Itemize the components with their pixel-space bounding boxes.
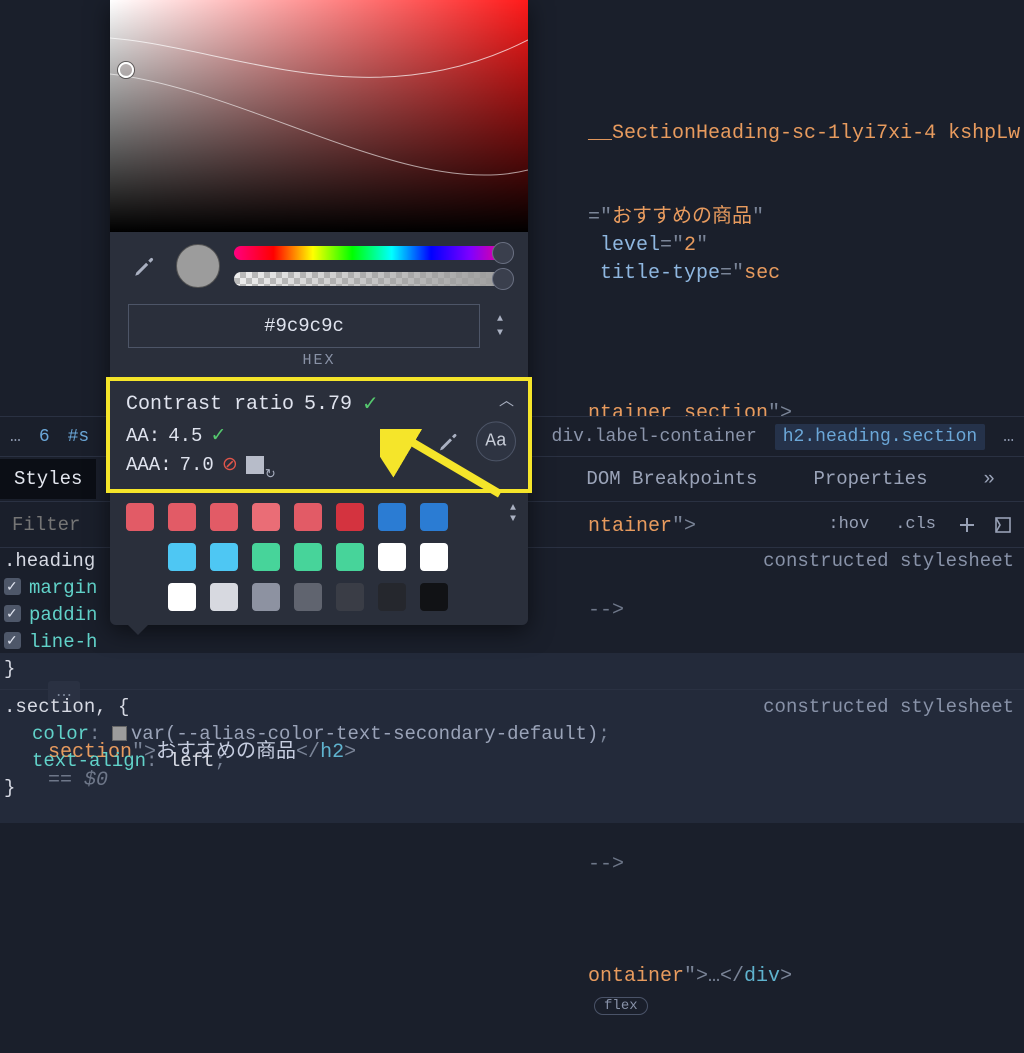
property-value[interactable]: left bbox=[169, 750, 215, 772]
color-picker: ▲▼ HEX ︿ Contrast ratio 5.79 ✓ AA: 4.5 ✓… bbox=[110, 0, 528, 625]
property-name[interactable]: color bbox=[32, 723, 89, 745]
popover-arrow bbox=[128, 625, 148, 635]
palette-swatch[interactable] bbox=[378, 543, 406, 571]
hex-input[interactable] bbox=[128, 304, 480, 348]
fail-icon: ⊘ bbox=[222, 453, 238, 476]
palette-swatch[interactable] bbox=[378, 583, 406, 611]
tab-styles[interactable]: Styles bbox=[0, 459, 96, 499]
saturation-value-panel[interactable] bbox=[110, 0, 528, 232]
device-toolbar-icon[interactable] bbox=[992, 514, 1014, 536]
palette-swatch[interactable] bbox=[420, 583, 448, 611]
eyedropper-icon[interactable] bbox=[128, 249, 162, 283]
palette-swatch[interactable] bbox=[252, 503, 280, 531]
bg-eyedropper-icon[interactable] bbox=[432, 424, 466, 458]
palette-swatch[interactable] bbox=[294, 543, 322, 571]
property-checkbox[interactable] bbox=[4, 578, 21, 595]
palette-stepper[interactable]: ▲▼ bbox=[510, 503, 516, 525]
format-stepper[interactable]: ▲▼ bbox=[490, 314, 510, 339]
cls-toggle[interactable]: .cls bbox=[889, 512, 942, 537]
palette-swatch[interactable] bbox=[252, 583, 280, 611]
palette-swatch[interactable] bbox=[168, 503, 196, 531]
breadcrumb-more[interactable]: … bbox=[10, 427, 21, 447]
property-name[interactable]: text-align bbox=[32, 750, 146, 772]
selector[interactable]: .heading bbox=[4, 550, 95, 572]
aaa-label: AAA: bbox=[126, 454, 172, 476]
palette-swatch[interactable] bbox=[252, 543, 280, 571]
aa-label: AA: bbox=[126, 425, 160, 447]
rule-origin[interactable]: constructed stylesheet bbox=[763, 548, 1024, 575]
property-name[interactable]: paddin bbox=[29, 604, 97, 626]
rule-origin[interactable]: constructed stylesheet bbox=[763, 694, 1024, 721]
palette-swatch[interactable] bbox=[126, 503, 154, 531]
breadcrumb-item[interactable]: div.label-container bbox=[552, 427, 757, 447]
breadcrumb-item[interactable]: #s bbox=[68, 427, 90, 447]
palette-swatch[interactable] bbox=[336, 583, 364, 611]
palette-swatch[interactable] bbox=[378, 503, 406, 531]
palette-swatch[interactable] bbox=[294, 583, 322, 611]
property-name[interactable]: margin bbox=[29, 577, 97, 599]
palette-swatch[interactable] bbox=[336, 543, 364, 571]
check-icon: ✓ bbox=[210, 424, 226, 447]
hue-slider[interactable] bbox=[234, 246, 510, 260]
tab-dom-breakpoints[interactable]: DOM Breakpoints bbox=[572, 459, 771, 499]
hue-thumb[interactable] bbox=[492, 242, 514, 264]
contrast-sample[interactable]: Aa bbox=[476, 421, 516, 461]
palette-swatch[interactable] bbox=[210, 583, 238, 611]
format-label: HEX bbox=[110, 352, 528, 377]
palette-swatch[interactable] bbox=[420, 503, 448, 531]
sv-handle[interactable] bbox=[118, 62, 134, 78]
current-color-sample bbox=[176, 244, 220, 288]
palette-swatch[interactable] bbox=[168, 583, 196, 611]
check-icon: ✓ bbox=[362, 391, 379, 417]
palette-swatch[interactable] bbox=[336, 503, 364, 531]
flex-badge[interactable]: flex bbox=[594, 997, 648, 1015]
aa-value: 4.5 bbox=[168, 425, 202, 447]
contrast-value: 5.79 bbox=[304, 393, 352, 416]
palette-swatch[interactable] bbox=[168, 543, 196, 571]
breadcrumb-item[interactable]: 6 bbox=[39, 427, 50, 447]
contrast-panel: ︿ Contrast ratio 5.79 ✓ AA: 4.5 ✓ AAA: 7… bbox=[106, 377, 532, 493]
attr-value: おすすめの商品 bbox=[612, 206, 752, 229]
palette-swatch[interactable] bbox=[210, 503, 238, 531]
hov-toggle[interactable]: :hov bbox=[822, 512, 875, 537]
palette-swatch[interactable] bbox=[210, 543, 238, 571]
alpha-slider[interactable] bbox=[234, 272, 510, 286]
tab-properties[interactable]: Properties bbox=[799, 459, 941, 499]
color-palette: ▲▼ bbox=[110, 493, 528, 625]
selector[interactable]: .section, bbox=[4, 696, 107, 718]
palette-swatch[interactable] bbox=[294, 503, 322, 531]
tabs-overflow[interactable]: » bbox=[969, 459, 1008, 499]
property-value[interactable]: var(--alias-color-text-secondary-default… bbox=[131, 723, 598, 745]
color-swatch[interactable] bbox=[112, 726, 127, 741]
attr-value: __SectionHeading-sc-1lyi7xi-4 kshpLw me bbox=[588, 122, 1024, 145]
breadcrumb-active[interactable]: h2.heading.section bbox=[775, 424, 985, 450]
alpha-thumb[interactable] bbox=[492, 268, 514, 290]
contrast-collapse-icon[interactable]: ︿ bbox=[499, 389, 514, 410]
property-checkbox[interactable] bbox=[4, 605, 21, 622]
palette-swatch[interactable] bbox=[420, 543, 448, 571]
bg-swatch-reload-icon[interactable] bbox=[246, 456, 264, 474]
aaa-value: 7.0 bbox=[180, 454, 214, 476]
property-name[interactable]: line-h bbox=[29, 631, 97, 653]
contrast-label: Contrast ratio bbox=[126, 393, 294, 416]
add-rule-icon[interactable] bbox=[956, 514, 978, 536]
property-checkbox[interactable] bbox=[4, 632, 21, 649]
breadcrumb-more[interactable]: … bbox=[1003, 427, 1014, 447]
